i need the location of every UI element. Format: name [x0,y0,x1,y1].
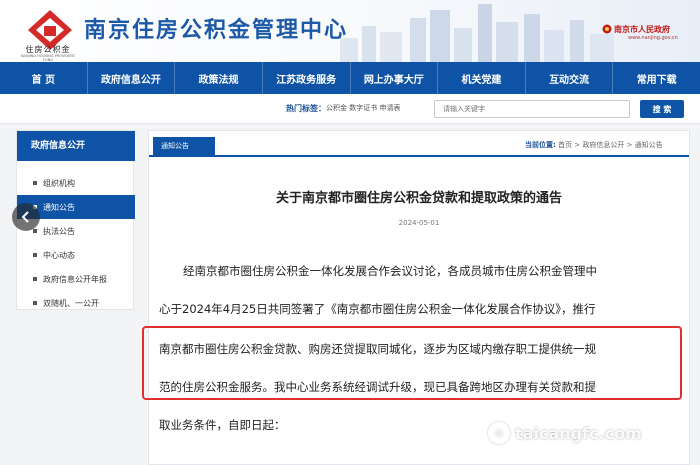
sidebar-item-label: 政府信息公开年报 [43,274,107,284]
sidebar-item-annual-report[interactable]: 政府信息公开年报 [17,267,135,291]
logo-subtitle: NANJING HOUSING PROVIDENT FUND [20,54,76,62]
sidebar-item-organization[interactable]: 组织机构 [17,171,135,195]
article-date: 2024-05-01 [398,219,440,227]
page-root: 住房公积金 NANJING HOUSING PROVIDENT FUND 南京住… [0,0,700,465]
tab-notices[interactable]: 通知公告 [153,137,215,155]
breadcrumb-label: 当前位置: [525,141,556,149]
main-nav: 首 页 政府信息公开 政策法规 江苏政务服务 网上办事大厅 机关党建 互动交流 … [0,62,700,94]
gov-link[interactable]: 南京市人民政府 [614,24,670,35]
bullet-icon [33,229,37,233]
sidebar-item-label: 中心动态 [43,250,75,260]
sidebar-item-label: 通知公告 [43,202,75,212]
site-title[interactable]: 南京住房公积金管理中心 [84,12,348,44]
article-line: 心于2024年4月25日共同签署了《南京都市圈住房公积金一体化发展合作协议》，推… [159,302,596,316]
watermark-logo-icon: ◎ [488,422,510,444]
article-panel: 通知公告 当前位置: 首页 > 政府信息公开 > 通知公告 关于南京都市圈住房公… [148,130,690,465]
sidebar-item-label: 执法公告 [43,226,75,236]
search-bar: 热门标签： 公积金 数字证书 申请表 搜 索 [0,94,700,124]
article-tabbar: 通知公告 当前位置: 首页 > 政府信息公开 > 通知公告 [149,131,689,157]
breadcrumb-path[interactable]: 首页 > 政府信息公开 > 通知公告 [558,141,663,149]
sidebar-item-label: 双随机、一公开 [43,298,99,308]
article-title: 关于南京都市圈住房公积金贷款和提取政策的通告 [275,191,562,206]
nav-item-jiangsu-services[interactable]: 江苏政务服务 [263,62,351,94]
nav-item-online-hall[interactable]: 网上办事大厅 [351,62,439,94]
article-line: 经南京都市圈住房公积金一体化发展合作会议讨论，各成员城市住房公积金管理中 [183,264,597,278]
sidebar-item-random-inspection[interactable]: 双随机、一公开 [17,291,135,315]
sidebar-title: 政府信息公开 [17,131,135,161]
gov-emblem-icon [602,24,612,34]
nav-item-info-disclosure[interactable]: 政府信息公开 [88,62,176,94]
watermark-text: taicangfc.com [515,423,642,443]
bullet-icon [33,253,37,257]
highlight-annotation-box [142,326,682,400]
watermark: ◎ taicangfc.com [488,422,642,444]
nav-item-downloads[interactable]: 常用下载 [613,62,700,94]
chevron-left-icon [21,211,29,223]
bullet-icon [33,301,37,305]
sidebar-item-label: 组织机构 [43,178,75,188]
site-header: 住房公积金 NANJING HOUSING PROVIDENT FUND 南京住… [0,0,700,62]
sidebar-list: 组织机构 通知公告 执法公告 中心动态 政府信息公开年报 双随机、一公开 [17,171,135,315]
nav-item-home[interactable]: 首 页 [0,62,88,94]
breadcrumb: 当前位置: 首页 > 政府信息公开 > 通知公告 [525,140,663,150]
sidebar-item-news[interactable]: 中心动态 [17,243,135,267]
back-button[interactable] [12,203,40,231]
hot-tags-label: 热门标签： [286,104,326,113]
nav-item-interaction[interactable]: 互动交流 [526,62,614,94]
search-button[interactable]: 搜 索 [640,100,684,118]
nav-item-policy[interactable]: 政策法规 [175,62,263,94]
gov-url: www.nanjing.gov.cn [628,35,678,41]
bullet-icon [33,181,37,185]
search-input[interactable] [434,100,630,118]
hot-tags[interactable]: 公积金 数字证书 申请表 [326,103,400,113]
nav-item-party[interactable]: 机关党建 [438,62,526,94]
bullet-icon [33,277,37,281]
